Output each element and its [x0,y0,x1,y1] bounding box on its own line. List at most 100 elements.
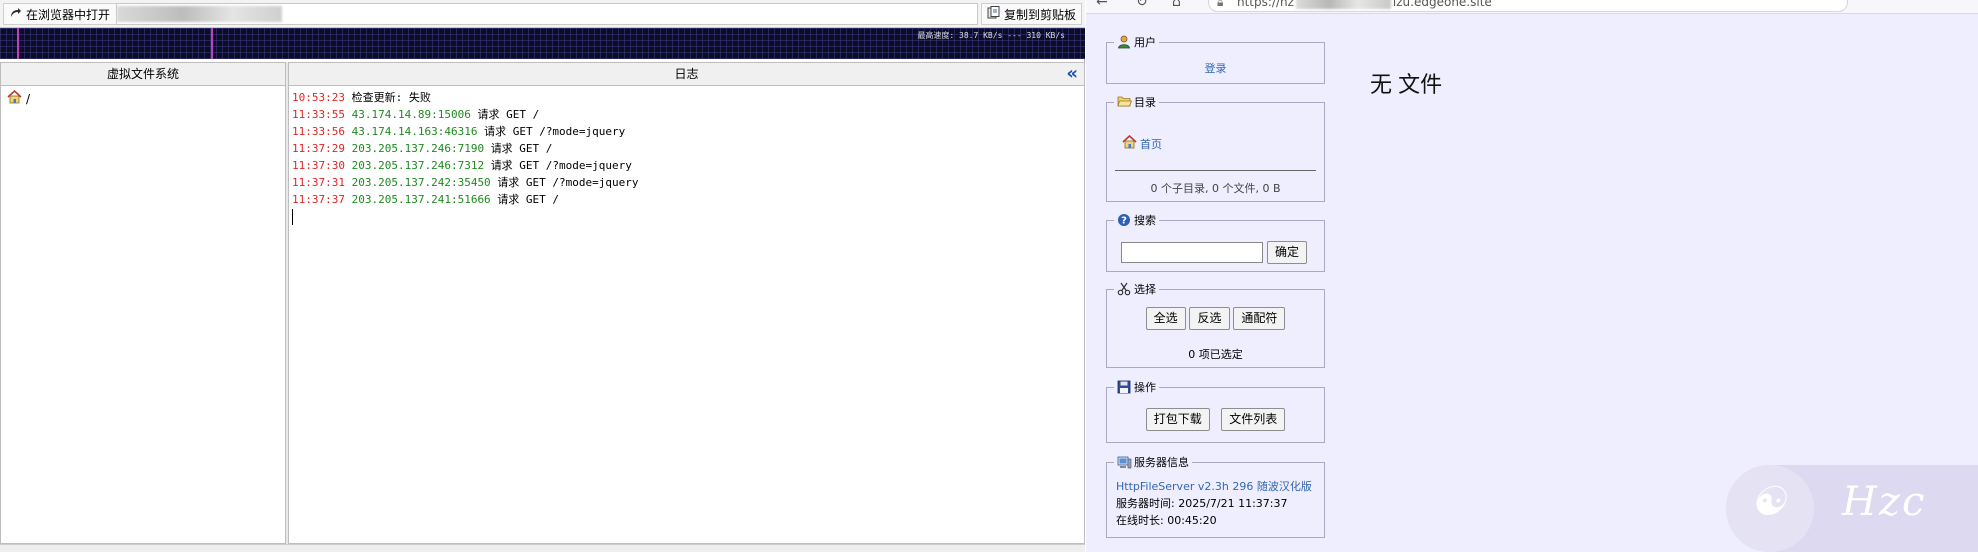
folder-stats: 0 个子目录, 0 个文件, 0 B [1150,182,1281,195]
actions-box-title: 操作 [1114,379,1159,395]
vfs-panel[interactable]: / [0,86,286,544]
log-message: 请求 GET / [477,108,540,121]
file-list-button[interactable]: 文件列表 [1221,408,1286,431]
log-ip: 203.205.137.246:7312 [351,159,485,172]
login-link[interactable]: 登录 [1205,62,1227,75]
log-header: 日志 « [288,62,1085,86]
address-bar[interactable]: 🔒︎ https://hz izu.edgeone.site [1208,0,1848,12]
svg-text:?: ? [1121,216,1127,227]
log-line: 11:37:29 203.205.137.246:7190 请求 GET / [292,140,1084,157]
log-ip: 43.174.14.163:46316 [351,125,478,138]
user-box-title: 用户 [1114,34,1159,50]
search-box: ? 搜索 确定 [1106,212,1325,272]
log-ip: 203.205.137.242:35450 [351,176,491,189]
server-info-box: 服务器信息 HttpFileServer v2.3h 296 随波汉化版 服务器… [1106,454,1325,538]
toolbar: 在浏览器中打开 复制到剪贴板 [0,0,1085,28]
invert-selection-button[interactable]: 反选 [1189,307,1230,330]
log-message: 请求 GET /?mode=jquery [497,176,639,189]
clipboard-icon [987,6,1000,22]
actions-box: 操作 打包下载 文件列表 [1106,379,1325,443]
text-caret [292,209,293,225]
log-message: 检查更新: 失败 [351,91,431,104]
browser-toolbar: ← ↻ ⌂ 🔒︎ https://hz izu.edgeone.site [1086,0,1978,14]
selected-count: 0 项已选定 [1188,348,1243,361]
wildcard-button[interactable]: 通配符 [1233,307,1286,330]
refresh-icon[interactable]: ↻ [1136,0,1148,10]
log-message: 请求 GET / [497,193,560,206]
log-title: 日志 [674,67,699,81]
search-input[interactable] [1121,242,1263,263]
log-line: 11:33:55 43.174.14.89:15006 请求 GET / [292,106,1084,123]
graph-marker [17,28,19,59]
home-icon [1122,134,1137,152]
server-info-box-title: 服务器信息 [1114,454,1192,470]
archive-download-button[interactable]: 打包下载 [1145,408,1210,431]
select-box-title: 选择 [1114,281,1159,297]
redacted-url [117,6,282,22]
log-time: 11:37:29 [292,142,345,155]
arrow-redo-icon [8,6,22,23]
lock-icon: 🔒︎ [1217,0,1224,9]
folder-box-title: 目录 [1114,94,1159,110]
address-prefix: https://hz [1237,0,1294,9]
log-ip: 43.174.14.89:15006 [351,108,471,121]
server-time: 服务器时间: 2025/7/21 11:37:37 [1116,497,1288,510]
log-time: 11:37:37 [292,193,345,206]
log-time: 11:37:30 [292,159,345,172]
version-link[interactable]: HttpFileServer v2.3h 296 随波汉化版 [1116,480,1312,493]
log-time: 11:33:55 [292,108,345,121]
search-box-title: ? 搜索 [1114,212,1159,228]
scissors-icon [1117,282,1131,296]
watermark-glyph: ☯︎ [1750,479,1786,525]
copy-to-clipboard-label: 复制到剪贴板 [1003,7,1076,22]
log-line: 11:37:31 203.205.137.242:35450 请求 GET /?… [292,174,1084,191]
open-in-browser-label: 在浏览器中打开 [26,7,111,22]
status-bar [0,544,1085,552]
folder-box: 目录 首页 0 个子目录, 0 个文件, 0 B [1106,94,1325,202]
log-line: 11:37:37 203.205.137.241:51666 请求 GET / [292,191,1084,208]
redacted-url [1295,0,1391,9]
vfs-header: 虚拟文件系统 [0,62,286,86]
log-line: 11:33:56 43.174.14.163:46316 请求 GET /?mo… [292,123,1084,140]
floppy-disk-icon [1117,380,1131,394]
browser-window: ← ↻ ⌂ 🔒︎ https://hz izu.edgeone.site 用户 登… [1086,0,1978,552]
user-box: 用户 登录 [1106,34,1325,84]
folder-open-icon [1117,95,1133,109]
watermark-logo: ☯︎ Hzc [1726,465,1978,552]
graph-speed-text: 最高速度: 38.7 KB/s --- 310 KB/s [917,31,1065,40]
home-icon[interactable]: ⌂ [1172,0,1181,10]
double-chevron-left-icon[interactable]: « [1066,64,1078,84]
search-submit-button[interactable]: 确定 [1267,241,1308,264]
log-time: 10:53:23 [292,91,345,104]
vfs-root-item[interactable]: / [7,89,31,107]
back-arrow-icon[interactable]: ← [1096,0,1108,10]
vfs-root-label: / [26,91,31,106]
help-icon: ? [1117,213,1131,227]
log-line: 11:37:30 203.205.137.246:7312 请求 GET /?m… [292,157,1084,174]
select-box: 选择 全选 反选 通配符 0 项已选定 [1106,281,1325,368]
log-ip: 203.205.137.241:51666 [351,193,491,206]
graph-marker [211,28,213,59]
url-field[interactable] [116,3,978,25]
home-icon [7,89,22,107]
user-icon [1117,35,1131,49]
address-suffix: izu.edgeone.site [1392,0,1492,9]
log-time: 11:37:31 [292,176,345,189]
log-message: 请求 GET /?mode=jquery [490,159,632,172]
no-files-message: 无 文件 [1370,72,1443,97]
uptime: 在线时长: 00:45:20 [1116,514,1217,527]
log-ip: 203.205.137.246:7190 [351,142,485,155]
open-in-browser-button[interactable]: 在浏览器中打开 [3,3,118,25]
log-time: 11:33:56 [292,125,345,138]
log-message: 请求 GET / [490,142,553,155]
bandwidth-graph: 最高速度: 38.7 KB/s --- 310 KB/s [0,28,1085,59]
server-icon [1117,455,1132,469]
log-panel[interactable]: 10:53:23 检查更新: 失败 11:33:55 43.174.14.89:1… [288,86,1085,544]
watermark-text: Hzc [1842,479,1927,525]
hfs-app-window: 在浏览器中打开 复制到剪贴板 最高速度: 38.7 KB/s --- 310 K… [0,0,1085,552]
home-link[interactable]: 首页 [1140,136,1162,152]
log-line: 10:53:23 检查更新: 失败 [292,89,1084,106]
copy-to-clipboard-button[interactable]: 复制到剪贴板 [980,3,1082,25]
log-message: 请求 GET /?mode=jquery [484,125,626,138]
select-all-button[interactable]: 全选 [1145,307,1186,330]
